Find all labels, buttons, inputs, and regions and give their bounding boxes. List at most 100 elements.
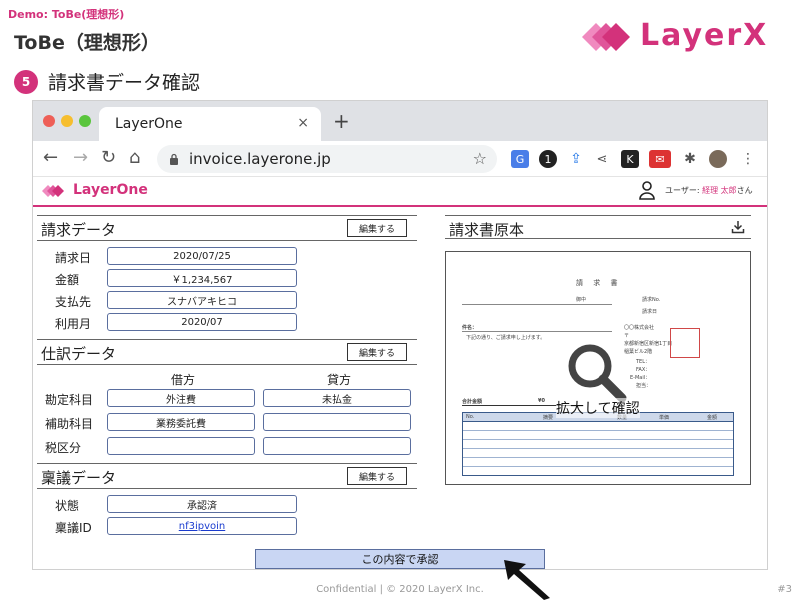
invoice-total-value: ¥0 xyxy=(538,398,545,404)
field-label: 状態 xyxy=(55,499,80,513)
bookmark-star-icon[interactable]: ☆ xyxy=(473,149,487,168)
invoice-data-section-header: 請求データ 編集する xyxy=(37,215,417,241)
approval-id-field[interactable]: nf3ipvoin xyxy=(107,517,297,535)
field-label: 請求日 xyxy=(55,251,92,265)
share-ext-icon[interactable]: ⇪ xyxy=(567,150,585,168)
invoice-no-label: 請求No. xyxy=(642,297,661,303)
field-label: 勘定科目 xyxy=(45,393,94,407)
invoice-date-label: 請求日 xyxy=(642,309,658,315)
logo-text: LayerX xyxy=(640,18,769,53)
invoice-doc-heading: 請 求 書 xyxy=(576,279,622,287)
user-name: 経理 太郎 xyxy=(702,186,737,195)
download-icon[interactable] xyxy=(731,220,745,234)
table-header-desc: 摘要 xyxy=(543,415,554,421)
table-header-no: No. xyxy=(466,414,475,420)
layerx-logo: LayerX xyxy=(578,16,778,58)
invoice-to-suffix: 御中 xyxy=(576,297,587,303)
tax-credit-field[interactable] xyxy=(263,437,411,455)
table-header-amount: 金額 xyxy=(707,415,718,421)
invoice-line-table: No. 摘要 数量 単価 金額 xyxy=(462,412,734,476)
user-icon[interactable] xyxy=(639,180,655,200)
invoice-data-edit-button[interactable]: 編集する xyxy=(347,219,407,237)
url-text: invoice.layerone.jp xyxy=(189,150,331,168)
billing-date-field[interactable]: 2020/07/25 xyxy=(107,247,297,265)
browser-window: LayerOne × + ← → ↻ ⌂ invoice.layerone.jp… xyxy=(32,100,768,570)
magnifier-icon[interactable] xyxy=(566,342,628,402)
original-section-header: 請求書原本 xyxy=(445,215,751,239)
invoice-greeting: 下記の通り、ご請求申し上げます。 xyxy=(466,335,546,341)
address-bar[interactable]: invoice.layerone.jp ☆ xyxy=(157,145,497,173)
invoice-tel: TEL： xyxy=(636,359,650,365)
sub-account-debit-field[interactable]: 業務委託費 xyxy=(107,413,255,431)
approval-id-link[interactable]: nf3ipvoin xyxy=(179,521,226,532)
avatar-icon[interactable] xyxy=(709,150,727,168)
app-header: LayerOne ユーザー: 経理 太郎さん xyxy=(33,177,767,207)
approval-section-header: 稟議データ 編集する xyxy=(37,463,417,489)
invoice-data-title: 請求データ xyxy=(41,221,117,239)
user-suffix: さん xyxy=(736,186,753,195)
app-name: LayerOne xyxy=(73,182,148,198)
demo-tag: Demo: ToBe(理想形) xyxy=(8,8,125,21)
new-tab-button[interactable]: + xyxy=(333,109,350,133)
gmail-badge-icon[interactable]: ✉ xyxy=(649,150,671,168)
tab-title: LayerOne xyxy=(115,116,183,132)
minimize-window-button[interactable] xyxy=(61,115,73,127)
invoice-preview[interactable]: 請 求 書 御中 請求No. 請求日 件名： 下記の通り、ご請求申し上げます。 … xyxy=(445,251,751,485)
layerone-logo-icon xyxy=(42,185,64,197)
browser-toolbar: ← → ↻ ⌂ invoice.layerone.jp ☆ G 1 ⇪ ⋖ K … xyxy=(33,141,767,177)
field-label: 補助科目 xyxy=(45,417,94,431)
approval-status-field: 承認済 xyxy=(107,495,297,513)
journal-edit-button[interactable]: 編集する xyxy=(347,343,407,361)
account-debit-field[interactable]: 外注費 xyxy=(107,389,255,407)
field-label: 金額 xyxy=(55,273,80,287)
menu-icon[interactable]: ⋮ xyxy=(739,150,757,168)
puzzle-icon[interactable]: ✱ xyxy=(681,150,699,168)
invoice-subject-label: 件名： xyxy=(462,325,478,331)
browser-tab[interactable]: LayerOne × xyxy=(99,107,321,141)
sub-account-credit-field[interactable] xyxy=(263,413,411,431)
layerx-logo-mark xyxy=(582,23,630,51)
field-label: 支払先 xyxy=(55,295,92,309)
1password-icon[interactable]: 1 xyxy=(539,150,557,168)
forward-icon[interactable]: → xyxy=(73,147,88,168)
invoice-address1: 京都新宿区新宿1丁目 xyxy=(624,341,673,347)
field-label: 稟議ID xyxy=(55,521,92,535)
debit-header: 借方 xyxy=(171,373,196,387)
translate-icon[interactable]: G xyxy=(511,150,529,168)
journal-title: 仕訳データ xyxy=(41,345,117,363)
approval-edit-button[interactable]: 編集する xyxy=(347,467,407,485)
k-icon[interactable]: K xyxy=(621,150,639,168)
payee-field[interactable]: スナバアキヒコ xyxy=(107,291,297,309)
invoice-fax: FAX： xyxy=(636,367,651,373)
share-icon[interactable]: ⋖ xyxy=(593,150,611,168)
tax-debit-field[interactable] xyxy=(107,437,255,455)
tab-bar: LayerOne × + xyxy=(33,101,767,141)
lock-icon xyxy=(170,153,178,165)
invoice-email: E-Mail： xyxy=(630,375,651,381)
step-title: 請求書データ確認 xyxy=(48,72,201,94)
invoice-address2: 稲葉ビル2階 xyxy=(624,349,653,355)
recipient-line xyxy=(462,304,612,305)
amount-field[interactable]: ￥1,234,567 xyxy=(107,269,297,287)
zoom-label[interactable]: 拡大して確認 xyxy=(556,398,640,418)
journal-section-header: 仕訳データ 編集する xyxy=(37,339,417,365)
step-heading: 5 請求書データ確認 xyxy=(14,68,200,95)
close-window-button[interactable] xyxy=(43,115,55,127)
invoice-postal: 〒 xyxy=(624,333,630,339)
reload-icon[interactable]: ↻ xyxy=(101,147,116,168)
invoice-total-label: 合計金額 xyxy=(462,399,483,405)
step-badge: 5 xyxy=(14,69,38,94)
usage-month-field[interactable]: 2020/07 xyxy=(107,313,297,331)
tab-close-icon[interactable]: × xyxy=(297,115,309,131)
subject-line xyxy=(462,331,612,332)
back-icon[interactable]: ← xyxy=(43,147,58,168)
table-header-price: 単価 xyxy=(659,415,670,421)
maximize-window-button[interactable] xyxy=(79,115,91,127)
account-credit-field[interactable]: 未払金 xyxy=(263,389,411,407)
credit-header: 貸方 xyxy=(327,373,352,387)
page-number: #3 xyxy=(777,584,792,595)
invoice-company: 〇〇株式会社 xyxy=(624,325,655,331)
footer: Confidential | © 2020 LayerX Inc. xyxy=(316,584,484,595)
user-label: ユーザー: xyxy=(665,186,703,195)
home-icon[interactable]: ⌂ xyxy=(129,147,140,168)
